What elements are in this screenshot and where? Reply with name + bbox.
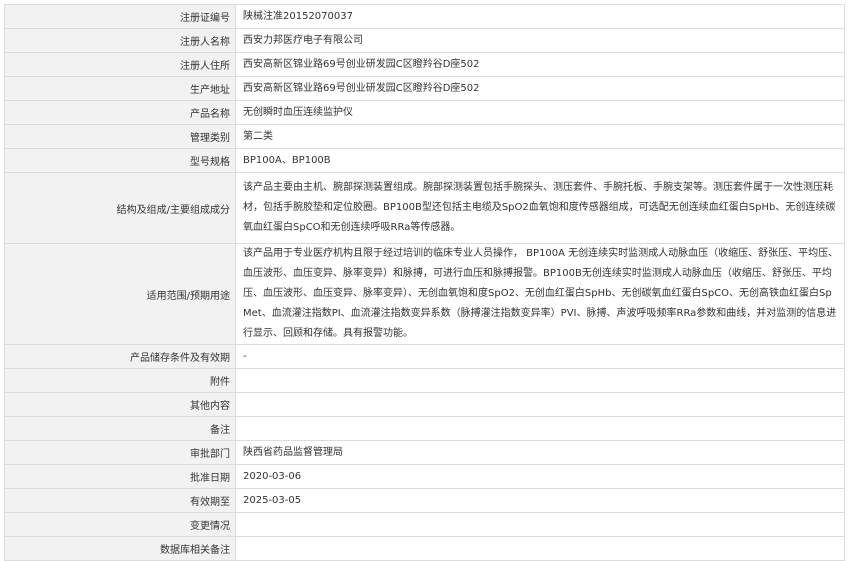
table-row-other-content: 其他内容	[4, 392, 845, 417]
field-label: 结构及组成/主要组成成分	[4, 172, 236, 244]
field-label: 变更情况	[4, 512, 236, 537]
table-row-approval-date: 批准日期 2020-03-06	[4, 464, 845, 489]
field-label: 有效期至	[4, 488, 236, 513]
field-label: 批准日期	[4, 464, 236, 489]
field-value: 2025-03-05	[235, 488, 845, 513]
field-value: 2020-03-06	[235, 464, 845, 489]
table-row-production-address: 生产地址 西安高新区锦业路69号创业研发园C区瞪羚谷D座502	[4, 76, 845, 101]
field-value: 该产品主要由主机、腕部探测装置组成。腕部探测装置包括手腕探头、测压套件、手腕托板…	[235, 172, 845, 244]
table-row-product-name: 产品名称 无创瞬时血压连续监护仪	[4, 100, 845, 125]
table-row-registrant-address: 注册人住所 西安高新区锦业路69号创业研发园C区瞪羚谷D座502	[4, 52, 845, 77]
field-label: 生产地址	[4, 76, 236, 101]
field-value: 该产品用于专业医疗机构且限于经过培训的临床专业人员操作， BP100A 无创连续…	[235, 243, 845, 345]
table-row-remarks: 备注	[4, 416, 845, 441]
field-label: 注册人名称	[4, 28, 236, 53]
field-value: 陕西省药品监督管理局	[235, 440, 845, 465]
table-row-model-specification: 型号规格 BP100A、BP100B	[4, 148, 845, 173]
field-value	[235, 416, 845, 441]
field-value: 无创瞬时血压连续监护仪	[235, 100, 845, 125]
table-row-registrant-name: 注册人名称 西安力邦医疗电子有限公司	[4, 28, 845, 53]
table-row-change-status: 变更情况	[4, 512, 845, 537]
field-label: 产品名称	[4, 100, 236, 125]
field-label: 其他内容	[4, 392, 236, 417]
field-value: 西安高新区锦业路69号创业研发园C区瞪羚谷D座502	[235, 76, 845, 101]
field-value: 西安高新区锦业路69号创业研发园C区瞪羚谷D座502	[235, 52, 845, 77]
table-row-management-category: 管理类别 第二类	[4, 124, 845, 149]
table-row-intended-use: 适用范围/预期用途 该产品用于专业医疗机构且限于经过培训的临床专业人员操作， B…	[4, 243, 845, 345]
field-label: 附件	[4, 368, 236, 393]
table-row-approval-department: 审批部门 陕西省药品监督管理局	[4, 440, 845, 465]
field-value: 陕械注准20152070037	[235, 4, 845, 29]
field-label: 备注	[4, 416, 236, 441]
table-row-attachments: 附件	[4, 368, 845, 393]
field-label: 审批部门	[4, 440, 236, 465]
registration-detail-table: 注册证编号 陕械注准20152070037 注册人名称 西安力邦医疗电子有限公司…	[4, 4, 845, 561]
field-label: 数据库相关备注	[4, 536, 236, 561]
table-row-structure-composition: 结构及组成/主要组成成分 该产品主要由主机、腕部探测装置组成。腕部探测装置包括手…	[4, 172, 845, 244]
field-value: -	[235, 344, 845, 369]
field-value: 第二类	[235, 124, 845, 149]
table-row-registration-number: 注册证编号 陕械注准20152070037	[4, 4, 845, 29]
field-label: 注册人住所	[4, 52, 236, 77]
field-value	[235, 368, 845, 393]
field-label: 管理类别	[4, 124, 236, 149]
table-row-database-remarks: 数据库相关备注	[4, 536, 845, 561]
field-value	[235, 536, 845, 561]
table-row-valid-until: 有效期至 2025-03-05	[4, 488, 845, 513]
field-label: 产品储存条件及有效期	[4, 344, 236, 369]
field-label: 注册证编号	[4, 4, 236, 29]
registration-detail-body: 注册证编号 陕械注准20152070037 注册人名称 西安力邦医疗电子有限公司…	[4, 4, 845, 561]
field-value	[235, 392, 845, 417]
field-value: BP100A、BP100B	[235, 148, 845, 173]
field-value	[235, 512, 845, 537]
table-row-storage-validity: 产品储存条件及有效期 -	[4, 344, 845, 369]
field-label: 适用范围/预期用途	[4, 243, 236, 345]
field-label: 型号规格	[4, 148, 236, 173]
field-value: 西安力邦医疗电子有限公司	[235, 28, 845, 53]
